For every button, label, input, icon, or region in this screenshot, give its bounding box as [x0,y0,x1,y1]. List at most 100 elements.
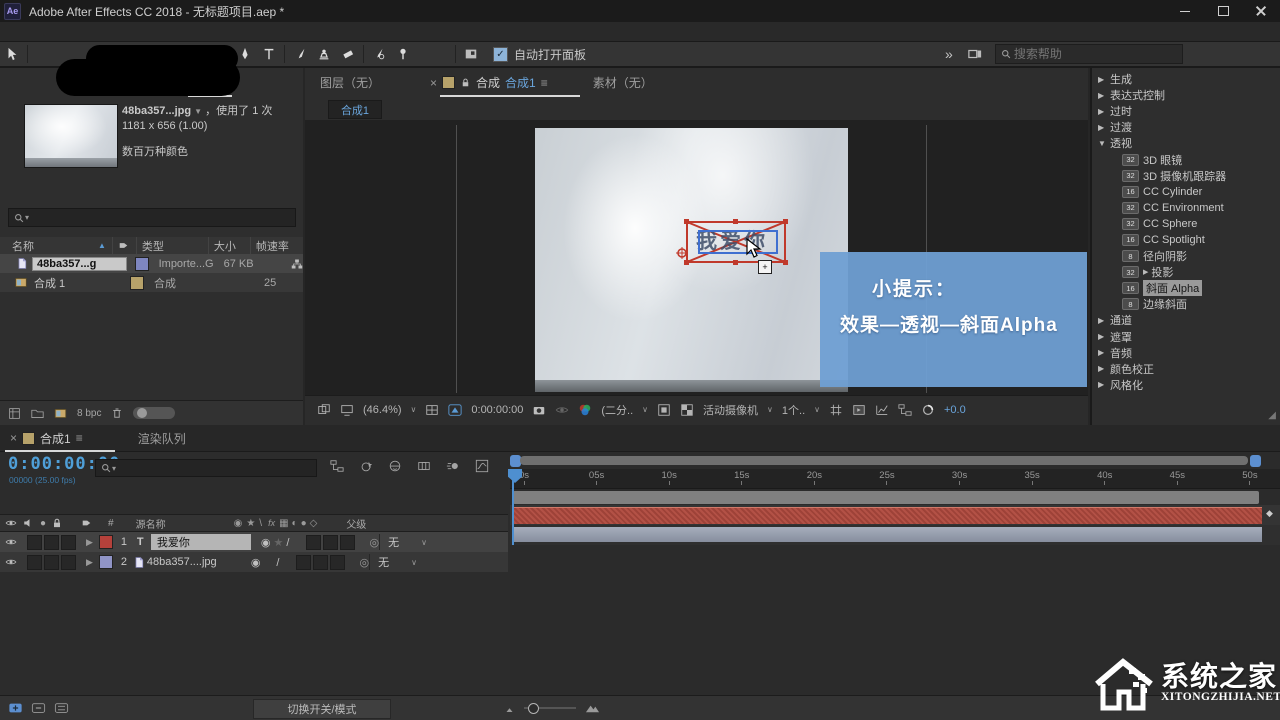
handle-tl[interactable] [684,219,689,224]
layer2-expander[interactable]: ▶ [86,557,93,568]
effect-name[interactable]: CC Sphere [1143,218,1197,230]
layer2-duration-bar[interactable] [512,527,1262,542]
resolution-value[interactable]: (二分.. [601,402,633,418]
effects-list-item[interactable]: 32 CC Sphere [1092,216,1280,232]
close-button[interactable] [1242,0,1280,22]
delete-icon[interactable] [111,407,123,420]
layer1-switch-cell-2[interactable] [323,535,338,550]
effect-name[interactable]: 风格化 [1110,377,1143,393]
handle-bl[interactable] [684,260,689,265]
blend-columns-icons[interactable]: ▦◐●◇ [279,518,320,529]
disclosure-triangle-icon[interactable]: ▶ [1098,380,1110,389]
project-row-footage[interactable]: 48ba357...g Importe...G 67 KB [0,254,303,273]
new-folder-icon[interactable] [31,407,44,420]
project-bit-depth[interactable]: 8 bpc [77,408,101,419]
effects-list-item[interactable]: ▶ 表达式控制 [1092,87,1280,103]
effect-name[interactable]: 投影 [1151,264,1173,280]
layer2-pickwhip-icon[interactable]: ◎ [359,556,369,569]
panel-snap-icon[interactable] [459,43,483,65]
snapshot-icon[interactable] [532,403,546,417]
footage-name-caret[interactable]: ▼ [194,107,202,116]
audio-column-icon[interactable] [22,516,34,530]
layer2-lock-cell[interactable] [61,555,76,570]
effects-list-item[interactable]: ▶ 过渡 [1092,119,1280,135]
eraser-tool[interactable] [336,43,360,65]
time-ruler[interactable]: 0s 05s 10s 15s 20s 25s 30s [510,469,1280,489]
effects-list-item[interactable]: 32 ▶ 投影 [1092,264,1280,280]
column-name[interactable]: 名称 [0,238,98,254]
disclosure-triangle-icon[interactable]: ▶ [1098,348,1110,357]
footage-label-color[interactable] [135,257,149,271]
grid-guides-icon[interactable] [425,403,439,417]
effect-name[interactable]: 颜色校正 [1110,361,1154,377]
layer1-visibility-icon[interactable] [5,535,17,549]
timeline-graph-icon[interactable] [875,403,889,417]
solo-column-icon[interactable]: ● [40,518,46,529]
thumbnail-size-slider[interactable] [133,407,175,419]
unlock-icon[interactable] [460,77,471,88]
zoom-out-mountain-icon[interactable] [505,702,517,716]
effects-list-item[interactable]: ▶ 通道 [1092,312,1280,328]
resolution-caret[interactable]: ∨ [642,405,648,414]
view-camera-value[interactable]: 活动摄像机 [703,402,758,418]
lock-column-icon[interactable] [51,516,63,530]
footage-thumbnail[interactable] [24,104,118,168]
label-column-icon[interactable] [81,516,92,530]
layer1-lock-cell[interactable] [61,535,76,550]
layer2-switches[interactable]: ◉★/ [251,556,283,569]
comp-row-name[interactable]: 合成 1 [34,275,122,291]
effect-name[interactable]: 斜面 Alpha [1143,280,1202,296]
effect-name[interactable]: 通道 [1110,312,1132,328]
workspace-switcher-icon[interactable] [963,43,987,65]
switches-column-icons[interactable]: ◉★\ [234,518,266,529]
text-layer-selection[interactable]: 我爱你 [686,221,786,263]
disclosure-triangle-icon[interactable]: ▶ [1098,107,1110,116]
channel-icon[interactable] [578,403,592,417]
tab-render-queue[interactable]: 渲染队列 [138,430,186,447]
pixel-aspect-icon[interactable] [829,403,843,417]
disclosure-triangle-icon[interactable]: ▶ [1098,316,1110,325]
layer2-visibility-icon[interactable] [5,555,17,569]
tab-layer[interactable]: 图层（无） [320,74,380,91]
disclosure-triangle-icon[interactable]: ▶ [1098,332,1110,341]
disclosure-triangle-icon[interactable]: ▼ [1098,139,1110,148]
tab-footage[interactable]: 素材（无） [593,74,653,91]
project-search-input[interactable] [29,209,273,226]
layer2-switch-cell-2[interactable] [313,555,328,570]
zoom-value[interactable]: (46.4%) [363,404,402,416]
auto-open-panels-checkbox[interactable]: ✓ [493,47,508,62]
layer1-expander[interactable]: ▶ [86,537,93,548]
effects-list-item[interactable]: 16 斜面 Alpha [1092,280,1280,296]
layer1-label-color[interactable] [99,535,113,549]
hide-shy-layers-icon[interactable] [388,459,402,473]
help-search-input[interactable] [1012,46,1166,62]
expand-inout-pane-icon[interactable] [31,701,46,715]
anchor-point-icon[interactable] [676,247,688,259]
stamp-tool[interactable] [312,43,336,65]
minimize-button[interactable] [1166,0,1204,22]
layer1-solo-cell[interactable] [44,535,59,550]
effects-list-item[interactable]: 32 3D 眼镜 [1092,151,1280,167]
layer1-duration-bar[interactable] [512,507,1262,524]
effects-list-item[interactable]: ▶ 颜色校正 [1092,361,1280,377]
layer1-switch-cell-1[interactable] [306,535,321,550]
composition-viewer[interactable]: 我爱你 + 小提示： 效果—透视—斜面Alpha [305,120,1088,395]
column-fps[interactable]: 帧速率 [250,237,300,254]
graph-editor-icon[interactable] [475,459,489,473]
effect-name[interactable]: 表达式控制 [1110,87,1165,103]
timeline-tab-close-icon[interactable]: × [10,431,17,445]
panel-resize-grip[interactable]: ◢ [1268,410,1276,421]
layer-row-1[interactable]: ▶ 1 T 我爱你 ◉★/ ◎ 无∨ [0,532,508,552]
always-preview-icon[interactable] [317,403,331,417]
disclosure-triangle-icon[interactable]: ▶ [1098,75,1110,84]
index-column[interactable]: # [108,518,114,529]
timeline-horizontal-scrollbar[interactable] [520,456,1248,465]
layer2-solo-cell[interactable] [44,555,59,570]
comp-breadcrumb[interactable]: 合成1 [328,100,382,119]
comp-mini-flowchart-icon[interactable] [330,459,344,473]
fx-column-icon[interactable]: fx [268,518,275,528]
effect-name[interactable]: 生成 [1110,71,1132,87]
viewer-timecode[interactable]: 0:00:00:00 [471,404,523,416]
effects-list-item[interactable]: 32 3D 摄像机跟踪器 [1092,168,1280,184]
expand-render-pane-icon[interactable] [54,701,69,715]
